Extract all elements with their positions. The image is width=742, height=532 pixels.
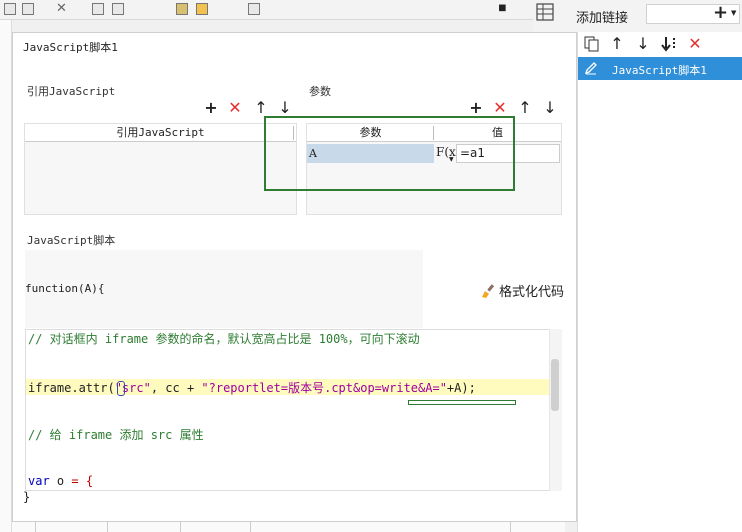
panel-toggle-icon[interactable]: ◾ <box>498 0 507 14</box>
add-link-label: 添加链接 <box>576 11 629 26</box>
format-code-button[interactable]: 格式化代码 <box>480 281 564 300</box>
param-section-title: 参数 <box>309 85 331 98</box>
highlight-underline-annotation <box>408 400 516 405</box>
background-sheet-edge <box>0 20 12 532</box>
chart-icon <box>196 3 208 15</box>
move-up-link-button[interactable]: ↑ <box>609 36 625 52</box>
code-editor[interactable]: // 对话框内 iframe 参数的命名，默认宽高占比是 100%，可向下滚动 … <box>25 329 562 491</box>
code-line-iframe-attr: iframe.attr("src", cc + "?reportlet=版本号.… <box>28 381 476 395</box>
javascript-dialog: JavaScript脚本1 引用JavaScript + ✕ ↑ ↓ 引用Jav… <box>12 32 577 522</box>
code-line-var: var o = { <box>28 474 94 488</box>
image-icon <box>176 3 188 15</box>
close-icon[interactable]: ✕ <box>56 1 67 16</box>
format-code-label: 格式化代码 <box>499 285 565 300</box>
background-toolbar <box>0 0 565 20</box>
link-list-panel <box>577 32 742 532</box>
move-down-param-button[interactable]: ↓ <box>542 100 558 116</box>
move-up-ref-button[interactable]: ↑ <box>253 100 269 116</box>
add-param-button[interactable]: + <box>468 100 484 116</box>
ref-js-column-header[interactable]: 引用JavaScript <box>25 124 296 142</box>
delete-param-button[interactable]: ✕ <box>492 100 508 116</box>
copy-icon[interactable] <box>584 36 600 52</box>
script-section-title: JavaScript脚本 <box>27 234 116 247</box>
add-ref-button[interactable]: + <box>203 100 219 116</box>
move-down-link-button[interactable]: ↓ <box>635 36 651 52</box>
link-list-item[interactable]: JavaScript脚本1 <box>578 57 742 80</box>
add-link-button[interactable]: + <box>713 4 728 22</box>
toolbar-icon <box>112 3 124 15</box>
toolbar-icon <box>92 3 104 15</box>
code-comment-line: // 对话框内 iframe 参数的命名，默认宽高占比是 100%，可向下滚动 <box>28 332 420 346</box>
delete-ref-button[interactable]: ✕ <box>227 100 243 116</box>
toolbar-icon <box>248 3 260 15</box>
grid-icon[interactable] <box>536 3 554 21</box>
ref-js-section-title: 引用JavaScript <box>27 85 116 98</box>
move-up-param-button[interactable]: ↑ <box>517 100 533 116</box>
table-icon <box>4 3 16 15</box>
edit-icon <box>584 62 597 75</box>
param-highlight-annotation <box>264 116 515 191</box>
dialog-title: JavaScript脚本1 <box>23 41 118 54</box>
chevron-down-icon[interactable]: ▼ <box>731 9 736 17</box>
delete-link-button[interactable]: ✕ <box>687 36 703 52</box>
editor-scrollbar-thumb[interactable] <box>551 359 559 411</box>
ref-js-table: 引用JavaScript <box>24 123 297 215</box>
move-bottom-icon[interactable] <box>661 36 679 52</box>
move-down-ref-button[interactable]: ↓ <box>277 100 293 116</box>
link-item-label: JavaScript脚本1 <box>612 64 707 77</box>
cursor-annotation <box>117 381 125 396</box>
brush-icon <box>482 283 495 298</box>
function-signature-area: function(A){ <box>25 250 423 328</box>
grid-icon <box>22 3 34 15</box>
code-comment-line: // 给 iframe 添加 src 属性 <box>28 428 204 442</box>
function-closing-brace: } <box>23 490 31 504</box>
link-list-toolbar: ↑ ↓ ✕ <box>577 32 742 56</box>
function-signature: function(A){ <box>25 282 105 295</box>
